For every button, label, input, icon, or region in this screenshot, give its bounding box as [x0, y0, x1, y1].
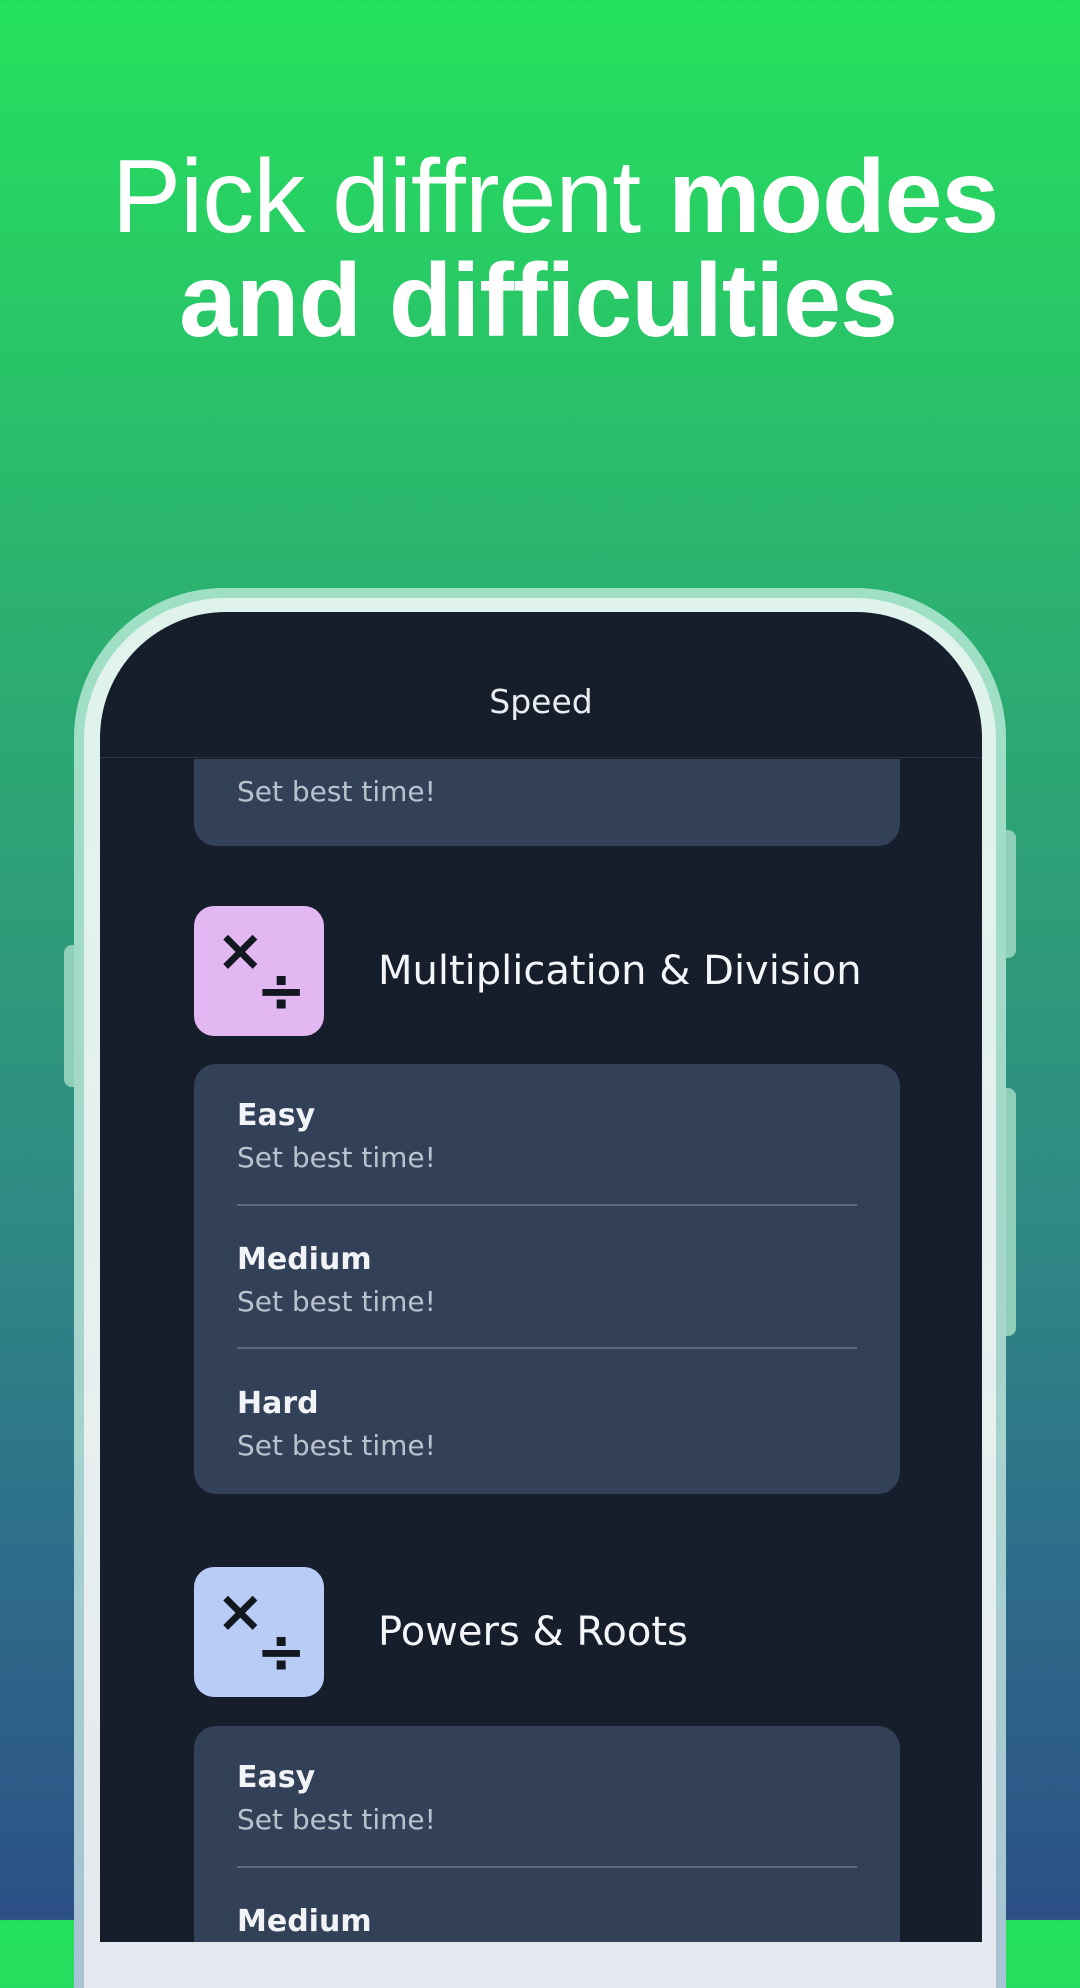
partial-level-card[interactable]: Set best time!	[194, 759, 900, 846]
section-header-multiplication-division[interactable]: × ÷ Multiplication & Division	[194, 906, 900, 1036]
divider	[237, 1866, 857, 1868]
headline-line-1: Pick diffrent modes	[0, 145, 1080, 249]
app-bar: Speed	[100, 612, 982, 758]
level-name: Easy	[237, 1098, 316, 1133]
level-row-easy[interactable]: Easy Set best time!	[194, 1098, 900, 1174]
level-name: Medium	[237, 1242, 372, 1277]
levels-card-powers-roots: Easy Set best time! Medium	[194, 1726, 900, 1942]
levels-card-multiplication-division: Easy Set best time! Medium Set best time…	[194, 1064, 900, 1494]
multiply-divide-icon: × ÷	[194, 906, 324, 1036]
divider	[237, 1204, 857, 1206]
level-row-easy[interactable]: Easy Set best time!	[194, 1760, 900, 1836]
level-name: Easy	[237, 1760, 316, 1795]
level-name: Medium	[237, 1904, 372, 1939]
level-status: Set best time!	[237, 1285, 436, 1318]
divide-sign-icon: ÷	[256, 1617, 307, 1687]
level-row-hard[interactable]: Hard Set best time!	[194, 1386, 900, 1462]
level-status: Set best time!	[237, 1803, 436, 1836]
divide-sign-icon: ÷	[256, 956, 307, 1026]
headline-light-text: Pick diffrent	[111, 139, 641, 255]
level-row-medium[interactable]: Medium Set best time!	[194, 1242, 900, 1318]
level-row[interactable]: Set best time!	[194, 759, 900, 808]
headline-bold-text: modes	[668, 139, 999, 255]
promo-headline: Pick diffrent modes and difficulties	[0, 145, 1080, 353]
multiply-divide-icon: × ÷	[194, 1567, 324, 1697]
level-status: Set best time!	[237, 1429, 436, 1462]
divider	[237, 1347, 857, 1349]
level-name: Hard	[237, 1386, 319, 1421]
phone-screen: Speed Set best time! × ÷ Multiplication …	[100, 612, 982, 1942]
section-header-powers-roots[interactable]: × ÷ Powers & Roots	[194, 1567, 900, 1697]
section-title: Multiplication & Division	[378, 948, 862, 994]
level-row-medium[interactable]: Medium	[194, 1904, 900, 1939]
section-title: Powers & Roots	[378, 1609, 688, 1655]
level-status: Set best time!	[237, 1141, 436, 1174]
headline-line-2: and difficulties	[179, 243, 898, 359]
app-title: Speed	[489, 682, 593, 721]
level-status: Set best time!	[237, 775, 436, 808]
